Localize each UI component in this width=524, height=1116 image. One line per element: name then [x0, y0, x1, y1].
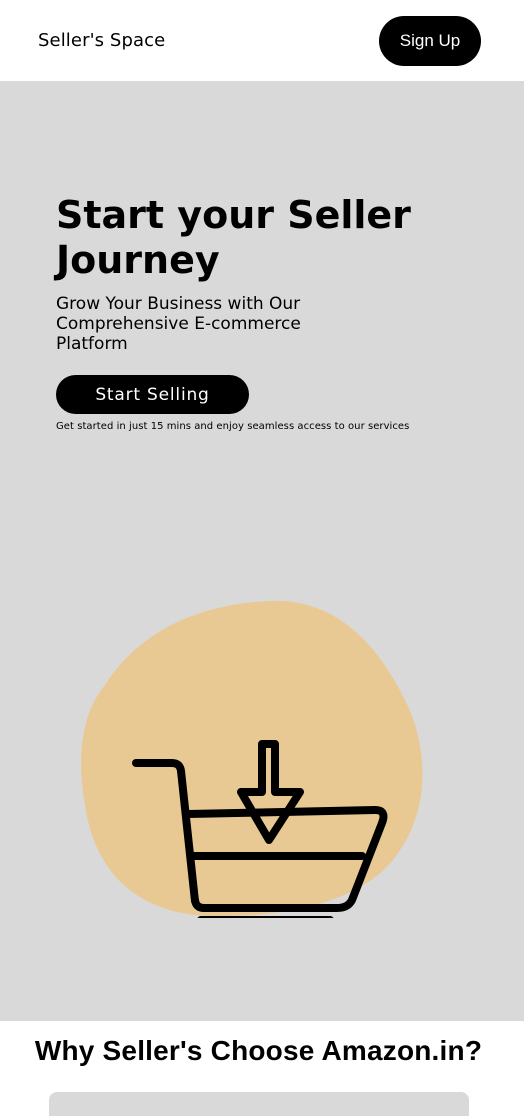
shopping-cart-download-icon	[81, 600, 423, 918]
hero-title: Start your Seller Journey	[56, 193, 411, 282]
blob-shape	[81, 600, 423, 917]
hero-subtitle: Grow Your Business with Our Comprehensiv…	[56, 294, 301, 354]
navbar: Seller's Space Sign Up	[0, 0, 524, 81]
brand-name[interactable]: Seller's Space	[38, 30, 165, 51]
why-title: Why Seller's Choose Amazon.in?	[34, 1035, 483, 1066]
sign-up-button[interactable]: Sign Up	[379, 15, 481, 66]
feature-card	[49, 1092, 469, 1116]
hero-note: Get started in just 15 mins and enjoy se…	[56, 421, 410, 432]
hero-section: Start your Seller Journey Grow Your Busi…	[0, 81, 524, 1021]
why-section: Why Seller's Choose Amazon.in?	[0, 1021, 524, 1116]
start-selling-button[interactable]: Start Selling	[56, 375, 249, 414]
